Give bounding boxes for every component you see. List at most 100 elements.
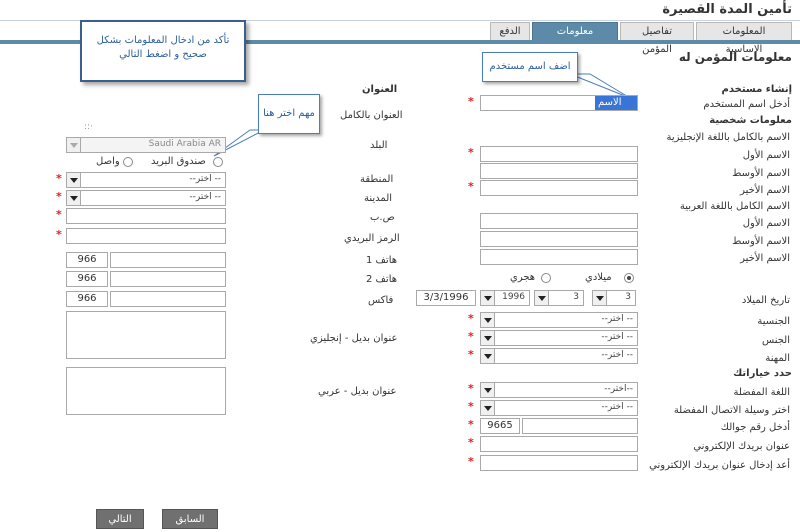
nationality-select[interactable]: -- اختر-- [480, 312, 638, 328]
resize-grip-icon: ::· [84, 122, 93, 132]
middle-name-ar-label: الاسم الأوسط [732, 236, 790, 247]
chevron-down-icon [67, 191, 81, 205]
pobox-label: ص.ب [370, 212, 395, 223]
next-button[interactable]: التالي [96, 509, 144, 529]
chevron-down-icon [481, 313, 495, 327]
tab-personal-info[interactable]: معلومات شخصية [532, 22, 618, 55]
page-title: تأمين المدة القصيرة [662, 2, 792, 17]
region-label: المنطقة [360, 174, 394, 185]
email-confirm-input[interactable] [480, 455, 638, 471]
required-mark: * [56, 190, 62, 203]
last-name-input[interactable] [480, 180, 638, 196]
mobile-label: أدخل رقم جوالك [720, 422, 790, 433]
tab-insured-details[interactable]: تفاصيل المؤمن [620, 22, 694, 55]
birth-date-text[interactable]: 3/3/1996 [416, 290, 476, 306]
required-mark: * [468, 330, 474, 343]
alt-address-ar-label: عنوان بديل - عربي [318, 386, 397, 397]
chevron-down-icon [481, 401, 495, 415]
language-label: اللغة المفضلة [733, 387, 790, 398]
po-box-radio[interactable] [213, 157, 223, 167]
phone2-country-code[interactable]: 966 [66, 271, 108, 287]
contact-method-select[interactable]: -- اختر-- [480, 400, 638, 416]
wasel-label: واصل [96, 156, 120, 167]
birth-day-select[interactable]: 3 [592, 290, 636, 306]
required-mark: * [468, 180, 474, 193]
full-name-en-label: الاسم بالكامل باللغة الإنجليزية [666, 132, 790, 143]
email-input[interactable] [480, 436, 638, 452]
chevron-down-icon [535, 291, 549, 305]
chevron-down-icon [593, 291, 607, 305]
required-mark: * [468, 400, 474, 413]
first-name-ar-input[interactable] [480, 213, 638, 229]
chevron-down-icon [481, 331, 495, 345]
occupation-label: المهنة [765, 353, 790, 364]
po-box-label: صندوق البريد [151, 156, 206, 167]
required-mark: * [56, 228, 62, 241]
gregorian-radio[interactable] [624, 273, 634, 283]
birth-month-select[interactable]: 3 [534, 290, 584, 306]
contact-method-label: اختر وسيلة الاتصال المفضلة [673, 405, 790, 416]
language-select[interactable]: --اختر-- [480, 382, 638, 398]
username-input[interactable]: الاسم [480, 95, 638, 111]
alt-address-en-textarea[interactable] [66, 311, 226, 359]
required-mark: * [468, 382, 474, 395]
email-label: عنوان بريدك الإلكتروني [693, 441, 790, 452]
username-tip-callout: اضف اسم مستخدم [482, 52, 578, 82]
required-mark: * [468, 418, 474, 431]
chevron-down-icon [481, 383, 495, 397]
occupation-select[interactable]: -- اختر-- [480, 348, 638, 364]
info-tip-line1: تأكد من ادخال المعلومات بشكل [96, 35, 230, 46]
required-mark: * [468, 348, 474, 361]
info-tip-callout: تأكد من ادخال المعلومات بشكل صحيح و اضغط… [80, 20, 246, 82]
fax-country-code[interactable]: 966 [66, 291, 108, 307]
required-mark: * [468, 455, 474, 468]
phone2-input[interactable] [110, 271, 226, 287]
first-name-ar-label: الاسم الأول [742, 218, 790, 229]
wasel-radio[interactable] [123, 157, 133, 167]
preferences-heading: حدد خياراتك [733, 368, 792, 379]
hijri-radio[interactable] [541, 273, 551, 283]
important-tip-callout: مهم اختر هنا [258, 94, 320, 134]
address-heading: العنوان [362, 84, 398, 95]
phone1-country-code[interactable]: 966 [66, 252, 108, 268]
alt-address-ar-textarea[interactable] [66, 367, 226, 415]
birth-year-select[interactable]: 1996 [480, 290, 530, 306]
mobile-country-code[interactable]: 9665 [480, 418, 520, 434]
phone1-label: هاتف 1 [366, 255, 398, 266]
nationality-label: الجنسية [757, 316, 790, 327]
fax-label: فاكس [368, 295, 394, 306]
region-select[interactable]: -- اختر-- [66, 172, 226, 188]
required-mark: * [468, 436, 474, 449]
middle-name-ar-input[interactable] [480, 231, 638, 247]
first-name-input[interactable] [480, 146, 638, 162]
gender-label: الجنس [761, 335, 790, 346]
middle-name-input[interactable] [480, 163, 638, 179]
fax-input[interactable] [110, 291, 226, 307]
required-mark: * [468, 312, 474, 325]
chevron-down-icon [67, 173, 81, 187]
pobox-input[interactable] [66, 208, 226, 224]
city-label: المدينة [364, 193, 393, 204]
alt-address-en-label: عنوان بديل - إنجليزي [310, 333, 398, 344]
tab-payment[interactable]: الدفع [490, 22, 530, 40]
last-name-ar-input[interactable] [480, 249, 638, 265]
required-mark: * [56, 172, 62, 185]
full-address-label: العنوان بالكامل [340, 110, 403, 121]
info-tip-line2: صحيح و اضغط التالي [119, 49, 207, 60]
chevron-down-icon [481, 291, 495, 305]
username-value: الاسم [595, 96, 637, 110]
email-confirm-label: أعد إدخال عنوان بريدك الإلكتروني [649, 460, 790, 471]
phone1-input[interactable] [110, 252, 226, 268]
country-label: البلد [370, 140, 388, 151]
mobile-input[interactable] [522, 418, 638, 434]
gender-select[interactable]: -- اختر-- [480, 330, 638, 346]
phone2-label: هاتف 2 [366, 274, 398, 285]
gregorian-label: ميلادي [585, 272, 612, 283]
birth-date-label: تاريخ الميلاد [741, 295, 790, 306]
city-select[interactable]: -- اختر-- [66, 190, 226, 206]
postal-code-label: الرمز البريدي [344, 233, 400, 244]
tab-basic-info[interactable]: المعلومات الاساسية [696, 22, 792, 55]
previous-button[interactable]: السابق [162, 509, 218, 529]
postal-code-input[interactable] [66, 228, 226, 244]
country-select[interactable]: Saudi Arabia AR [66, 137, 226, 153]
